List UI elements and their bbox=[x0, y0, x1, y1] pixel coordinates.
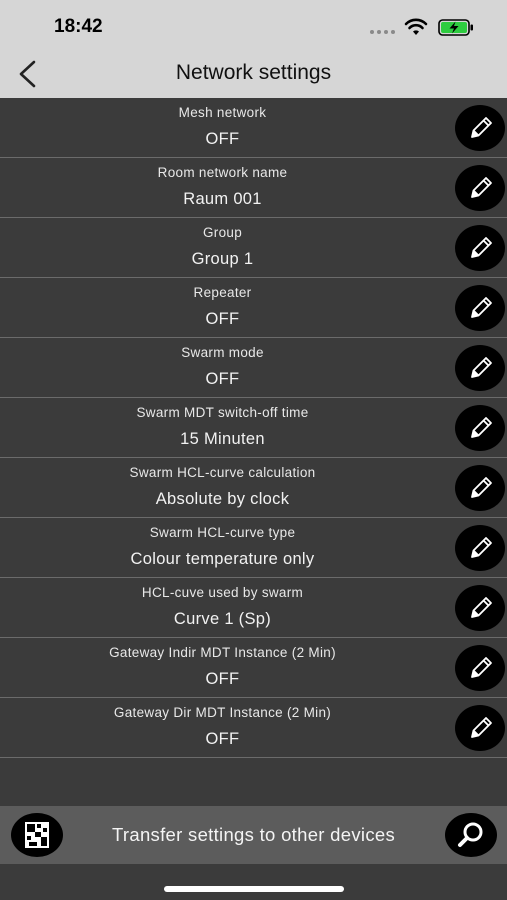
edit-repeater-button[interactable] bbox=[455, 285, 505, 331]
navigation-bar: Network settings bbox=[0, 50, 507, 98]
edit-gateway-indir-mdt-instance-button[interactable] bbox=[455, 645, 505, 691]
setting-value: Colour temperature only bbox=[130, 550, 315, 568]
edit-room-network-name-button[interactable] bbox=[455, 165, 505, 211]
search-icon bbox=[458, 822, 483, 847]
setting-row-gateway-dir-mdt-instance: Gateway Dir MDT Instance (2 Min) OFF bbox=[0, 698, 507, 758]
search-button[interactable] bbox=[445, 813, 497, 857]
setting-row-group: Group Group 1 bbox=[0, 218, 507, 278]
setting-label: Swarm MDT switch-off time bbox=[136, 405, 309, 420]
pencil-icon bbox=[471, 117, 492, 138]
setting-value: OFF bbox=[205, 130, 240, 148]
edit-mesh-network-button[interactable] bbox=[455, 105, 505, 151]
wifi-icon bbox=[404, 18, 428, 35]
edit-group-button[interactable] bbox=[455, 225, 505, 271]
setting-label: Gateway Indir MDT Instance (2 Min) bbox=[109, 645, 336, 660]
setting-row-gateway-indir-mdt-instance: Gateway Indir MDT Instance (2 Min) OFF bbox=[0, 638, 507, 698]
settings-list: Mesh network OFF Room network name Raum … bbox=[0, 98, 507, 758]
setting-value: OFF bbox=[205, 310, 240, 328]
setting-label: Repeater bbox=[193, 285, 252, 300]
setting-label: Swarm HCL-curve type bbox=[149, 525, 296, 540]
home-indicator[interactable] bbox=[164, 886, 344, 892]
edit-swarm-hcl-curve-calculation-button[interactable] bbox=[455, 465, 505, 511]
setting-row-swarm-hcl-curve-type: Swarm HCL-curve type Colour temperature … bbox=[0, 518, 507, 578]
pencil-icon bbox=[471, 657, 492, 678]
setting-row-room-network-name: Room network name Raum 001 bbox=[0, 158, 507, 218]
pencil-icon bbox=[471, 537, 492, 558]
transfer-settings-button[interactable]: Transfer settings to other devices bbox=[64, 824, 443, 846]
pencil-icon bbox=[471, 477, 492, 498]
setting-label: Gateway Dir MDT Instance (2 Min) bbox=[113, 705, 332, 720]
setting-row-mesh-network: Mesh network OFF bbox=[0, 98, 507, 158]
setting-row-hcl-curve-used-by-swarm: HCL-cuve used by swarm Curve 1 (Sp) bbox=[0, 578, 507, 638]
pencil-icon bbox=[471, 717, 492, 738]
bottom-action-bar: Transfer settings to other devices bbox=[0, 806, 507, 864]
setting-row-repeater: Repeater OFF bbox=[0, 278, 507, 338]
edit-hcl-curve-used-by-swarm-button[interactable] bbox=[455, 585, 505, 631]
setting-value: Curve 1 (Sp) bbox=[173, 610, 272, 628]
setting-value: Raum 001 bbox=[183, 190, 262, 208]
battery-charging-icon bbox=[438, 19, 473, 36]
edit-swarm-mode-button[interactable] bbox=[455, 345, 505, 391]
edit-swarm-mdt-switch-off-time-button[interactable] bbox=[455, 405, 505, 451]
setting-label: Swarm HCL-curve calculation bbox=[129, 465, 316, 480]
setting-label: Mesh network bbox=[178, 105, 267, 120]
home-indicator-area bbox=[0, 864, 507, 900]
pencil-icon bbox=[471, 597, 492, 618]
setting-value: Group 1 bbox=[191, 250, 254, 268]
setting-value: OFF bbox=[205, 370, 240, 388]
pencil-icon bbox=[471, 297, 492, 318]
setting-row-swarm-mode: Swarm mode OFF bbox=[0, 338, 507, 398]
signal-dots-icon bbox=[370, 30, 395, 34]
setting-value: Absolute by clock bbox=[155, 490, 290, 508]
setting-label: Group bbox=[202, 225, 243, 240]
setting-value: 15 Minuten bbox=[180, 430, 265, 448]
page-title: Network settings bbox=[175, 61, 332, 84]
pencil-icon bbox=[471, 237, 492, 258]
setting-label: HCL-cuve used by swarm bbox=[141, 585, 304, 600]
pencil-icon bbox=[471, 357, 492, 378]
pencil-icon bbox=[471, 417, 492, 438]
setting-value: OFF bbox=[205, 730, 240, 748]
setting-row-swarm-mdt-switch-off-time: Swarm MDT switch-off time 15 Minuten bbox=[0, 398, 507, 458]
setting-row-swarm-hcl-curve-calculation: Swarm HCL-curve calculation Absolute by … bbox=[0, 458, 507, 518]
qr-code-button[interactable] bbox=[11, 813, 63, 857]
setting-value: OFF bbox=[205, 670, 240, 688]
edit-swarm-hcl-curve-type-button[interactable] bbox=[455, 525, 505, 571]
qr-code-icon bbox=[25, 822, 49, 848]
pencil-icon bbox=[471, 177, 492, 198]
edit-gateway-dir-mdt-instance-button[interactable] bbox=[455, 705, 505, 751]
status-time: 18:42 bbox=[54, 16, 103, 37]
setting-label: Swarm mode bbox=[181, 345, 264, 360]
setting-label: Room network name bbox=[157, 165, 288, 180]
status-bar: 18:42 bbox=[0, 0, 507, 50]
